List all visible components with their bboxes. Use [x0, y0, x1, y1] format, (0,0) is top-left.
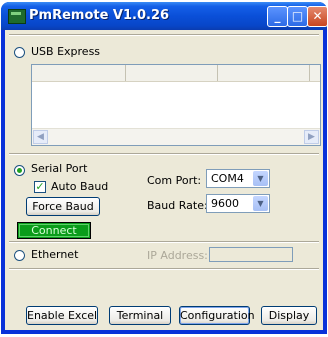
- divider: [9, 268, 319, 270]
- divider: [9, 241, 319, 243]
- enable-excel-button[interactable]: Enable Excel: [26, 306, 98, 325]
- close-button[interactable]: ✕: [307, 6, 328, 27]
- auto-baud-label: Auto Baud: [51, 180, 109, 193]
- usb-device-list[interactable]: ◀ ▶: [31, 64, 321, 146]
- configuration-button[interactable]: Configuration: [179, 306, 255, 325]
- usb-express-radio[interactable]: [14, 47, 25, 58]
- serial-port-radio[interactable]: [14, 165, 25, 176]
- client-area: USB Express ◀ ▶ Serial Port ✓ Auto Baud …: [5, 30, 323, 330]
- com-port-label: Com Port:: [147, 174, 202, 187]
- com-port-select[interactable]: COM4 ▼: [206, 169, 270, 188]
- serial-port-label: Serial Port: [31, 162, 88, 175]
- com-port-value: COM4: [211, 172, 244, 185]
- ethernet-label: Ethernet: [31, 248, 79, 261]
- maximize-button[interactable]: □: [287, 6, 308, 27]
- list-column[interactable]: [126, 65, 218, 81]
- terminal-button[interactable]: Terminal: [109, 306, 171, 325]
- scroll-left-icon[interactable]: ◀: [33, 130, 48, 144]
- list-column[interactable]: [32, 65, 126, 81]
- list-header: [32, 65, 320, 82]
- title-bar[interactable]: PmRemote V1.0.26 _ □ ✕: [1, 2, 328, 30]
- app-window: PmRemote V1.0.26 _ □ ✕ USB Express ◀ ▶ S…: [1, 2, 328, 334]
- force-baud-button[interactable]: Force Baud: [26, 197, 100, 216]
- chevron-down-icon[interactable]: ▼: [253, 171, 268, 186]
- ip-address-label: IP Address:: [147, 249, 208, 262]
- horizontal-scrollbar[interactable]: ◀ ▶: [32, 128, 320, 145]
- baud-rate-value: 9600: [211, 197, 239, 210]
- usb-express-label: USB Express: [31, 45, 101, 58]
- auto-baud-checkbox[interactable]: ✓: [34, 181, 46, 193]
- window-title: PmRemote V1.0.26: [29, 8, 170, 23]
- minimize-button[interactable]: _: [267, 6, 288, 27]
- ip-address-input[interactable]: [209, 247, 293, 262]
- connect-button[interactable]: Connect: [17, 222, 91, 239]
- list-column[interactable]: [218, 65, 310, 81]
- baud-rate-label: Baud Rate:: [147, 199, 208, 212]
- divider: [9, 153, 319, 155]
- chevron-down-icon[interactable]: ▼: [253, 196, 268, 211]
- baud-rate-select[interactable]: 9600 ▼: [206, 194, 270, 213]
- app-icon: [8, 9, 26, 24]
- ethernet-radio[interactable]: [14, 250, 25, 261]
- display-button[interactable]: Display: [261, 306, 317, 325]
- scroll-right-icon[interactable]: ▶: [304, 130, 319, 144]
- divider: [9, 34, 319, 36]
